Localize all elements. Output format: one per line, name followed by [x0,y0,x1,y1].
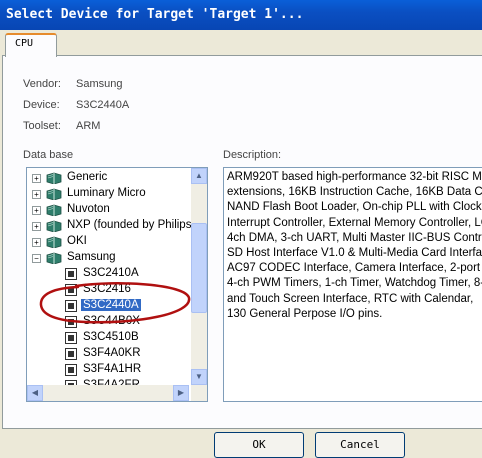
description-line: AC97 CODEC Interface, Camera Interface, … [227,262,482,275]
description-label: Description: [223,149,282,161]
red-annotation-circle [39,282,191,324]
chip-icon [65,348,77,360]
device-label: Device: [23,99,60,111]
chip-icon [65,364,77,376]
description-text: ARM920T based high-performance 32-bit RI… [227,170,482,322]
description-line: 130 General Perpose I/O pins. [227,307,383,320]
expand-icon[interactable]: + [32,174,41,183]
book-icon [46,236,62,249]
tree-item-label: Luminary Micro [67,187,146,199]
toolset-label: Toolset: [23,120,61,132]
ok-button[interactable]: OK [214,432,304,458]
tab-cpu[interactable]: CPU [5,33,57,57]
tab-cpu-label: CPU [15,38,34,49]
book-icon [46,172,62,185]
book-icon [46,188,62,201]
tree-item-label: S3C2410A [83,267,139,279]
scroll-up-arrow-icon[interactable]: ▲ [191,168,207,184]
device-value: S3C2440A [76,99,130,111]
description-line: ARM920T based high-performance 32-bit RI… [227,171,482,183]
window-title: Select Device for Target 'Target 1'... [6,7,304,22]
tree-item-label: NXP (founded by Philips) [67,219,196,231]
chip-icon [65,268,77,280]
description-line: SD Host Interface V1.0 & Multi-Media Car… [227,247,482,260]
tree-item-label: S3F4A1HR [83,363,142,375]
title-bar[interactable]: Select Device for Target 'Target 1'... [0,0,482,30]
scroll-down-arrow-icon[interactable]: ▼ [191,369,207,385]
tree-horizontal-scrollbar[interactable]: ◀ ▶ [27,385,189,401]
vendor-label: Vendor: [23,78,61,90]
tree-item-label: Nuvoton [67,203,110,215]
tree-item-label: S3C4510B [83,331,139,343]
scroll-right-arrow-icon[interactable]: ▶ [173,385,189,401]
description-line: 4ch DMA, 3-ch UART, Multi Master IIC-BUS… [227,231,482,244]
description-line: and Touch Screen Interface, RTC with Cal… [227,292,474,305]
description-line: NAND Flash Boot Loader, On-chip PLL with… [227,201,482,214]
chip-icon [65,332,77,344]
description-box[interactable]: ARM920T based high-performance 32-bit RI… [223,167,482,402]
expand-icon[interactable]: + [32,222,41,231]
cancel-button[interactable]: Cancel [315,432,405,458]
description-line: extensions, 16KB Instruction Cache, 16KB… [227,186,482,199]
database-label: Data base [23,149,74,161]
tree-item-label: Generic [67,171,108,183]
tree-item-label: OKI [67,235,87,247]
book-icon [46,204,62,217]
book-icon [46,220,62,233]
description-line: Interrupt Controller, External Memory Co… [227,216,482,229]
expand-icon[interactable]: + [32,206,41,215]
scroll-left-arrow-icon[interactable]: ◀ [27,385,43,401]
collapse-icon[interactable]: − [32,254,41,263]
expand-icon[interactable]: + [32,238,41,247]
description-line: 4-ch PWM Timers, 1-ch Timer, Watchdog Ti… [227,277,482,290]
tree-item-label: Samsung [67,251,116,263]
book-icon [46,252,62,265]
toolset-value: ARM [76,120,101,132]
expand-icon[interactable]: + [32,190,41,199]
vendor-value: Samsung [76,78,123,90]
tree-item-label: S3F4A0KR [83,347,141,359]
